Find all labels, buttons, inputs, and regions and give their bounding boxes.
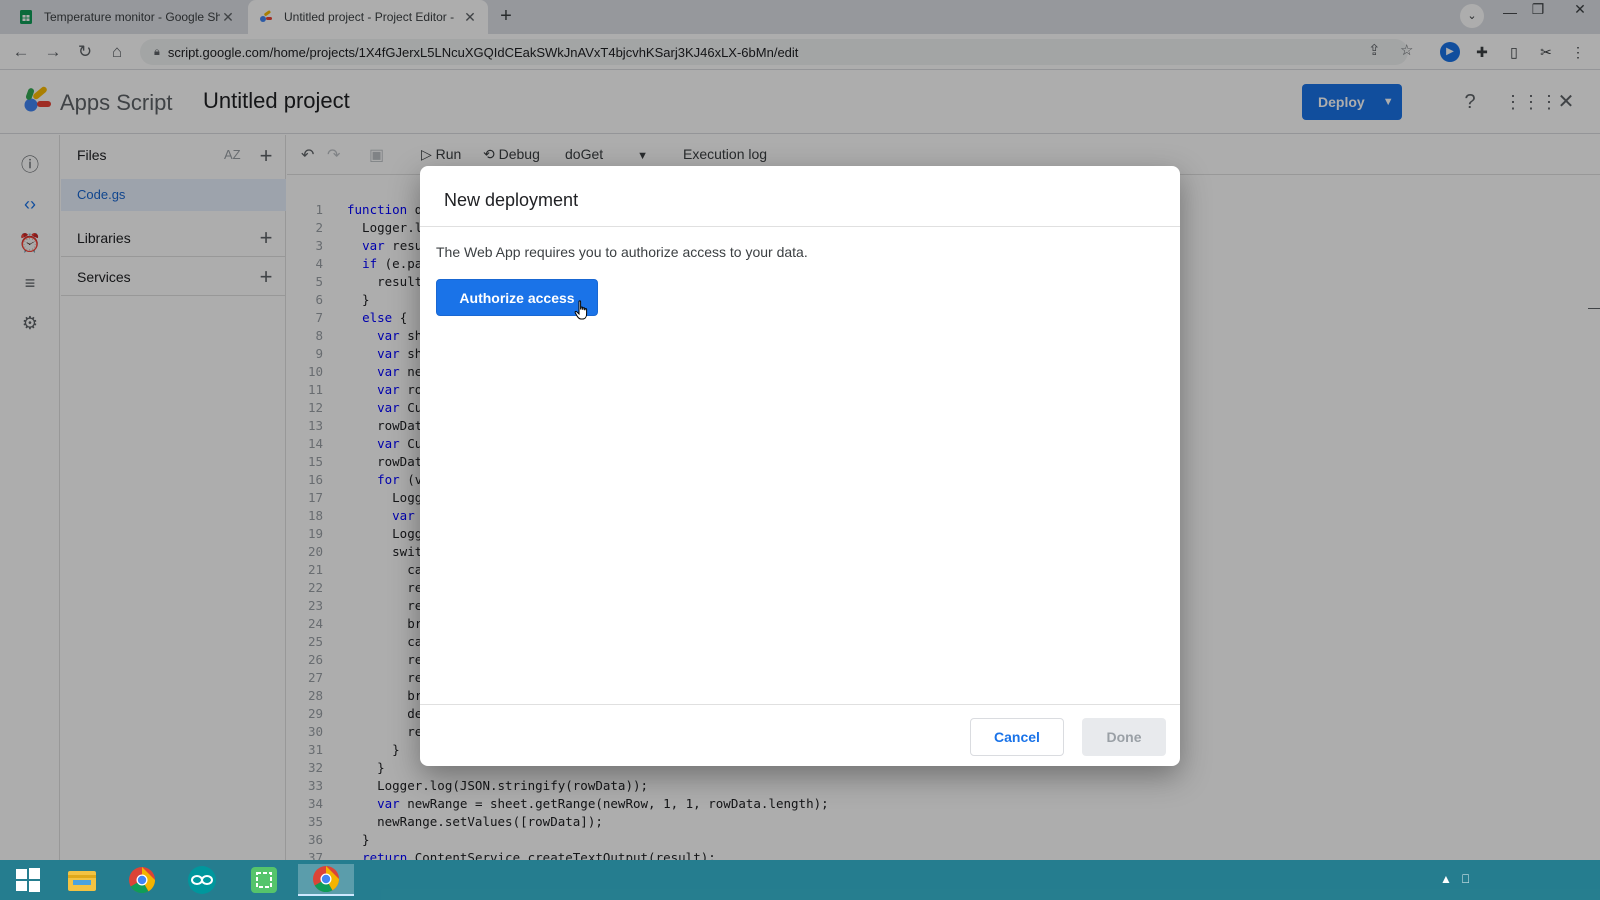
chrome-active-icon[interactable] — [298, 864, 354, 896]
divider — [420, 704, 1180, 705]
chrome-logo-icon — [313, 866, 340, 893]
divider — [420, 226, 1180, 227]
arduino-icon[interactable] — [174, 864, 230, 896]
arduino-logo-icon — [188, 866, 216, 894]
hand-cursor-icon — [574, 300, 588, 320]
network-icon[interactable]: ⎕ — [1462, 872, 1469, 887]
screen-capture-icon[interactable] — [236, 864, 292, 896]
cancel-button[interactable]: Cancel — [970, 718, 1064, 756]
windows-start-icon[interactable] — [0, 864, 56, 896]
done-button[interactable]: Done — [1082, 718, 1166, 756]
dialog-title: New deployment — [444, 190, 579, 210]
new-deployment-dialog: New deployment The Web App requires you … — [420, 166, 1180, 766]
dialog-message: The Web App requires you to authorize ac… — [436, 244, 808, 260]
folder-icon — [68, 871, 96, 891]
chrome-logo-icon — [129, 867, 156, 894]
os-taskbar: ▲ ⎕ — [0, 860, 1600, 900]
chrome-icon[interactable] — [114, 864, 170, 896]
file-explorer-icon[interactable] — [54, 864, 110, 896]
tray-overflow-icon[interactable]: ▲ — [1440, 872, 1452, 886]
capture-app-icon — [251, 867, 277, 893]
windows-logo-icon — [16, 868, 40, 892]
